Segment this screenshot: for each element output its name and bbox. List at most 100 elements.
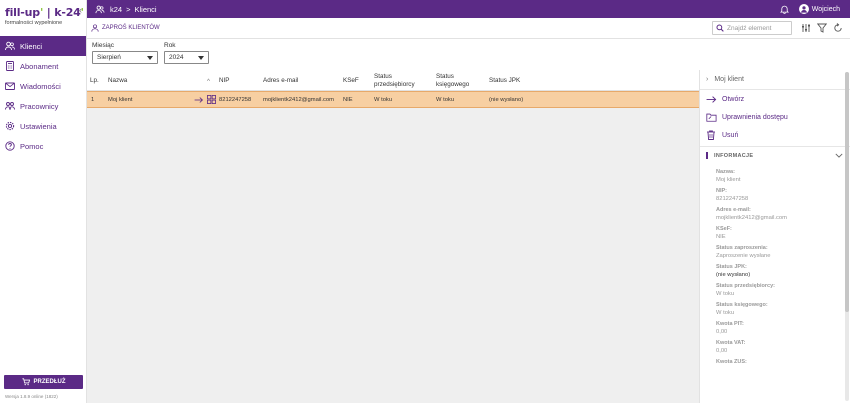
refresh-icon[interactable] bbox=[833, 23, 843, 33]
chevron-down-icon bbox=[835, 153, 843, 158]
info-item-jpk-status: Status JPK: (nie wysłano) bbox=[716, 264, 751, 278]
client-details-panel: › Moj klient Otwórz Uprawnienia dostępu … bbox=[699, 70, 850, 403]
search-icon bbox=[716, 24, 724, 32]
gear-icon bbox=[5, 121, 15, 131]
breadcrumb-separator: > bbox=[126, 4, 131, 14]
folder-icon bbox=[706, 113, 717, 122]
open-client-button[interactable]: Otwórz bbox=[700, 90, 850, 108]
chevron-down-icon bbox=[198, 55, 204, 60]
logo-text: fill-up' | k-24' bbox=[5, 6, 84, 19]
info-item-zus-amount: Kwota ZUS: bbox=[716, 359, 747, 365]
sidebar: fill-up' | k-24' formalności wypełnione … bbox=[0, 0, 87, 403]
period-filters: Miesiąc Sierpień Rok 2024 bbox=[92, 42, 215, 64]
year-value: 2024 bbox=[169, 54, 184, 61]
invite-clients-button[interactable]: ZAPROŚ KLIENTÓW bbox=[87, 24, 160, 32]
information-title: INFORMACJE bbox=[714, 152, 754, 159]
year-select[interactable]: 2024 bbox=[164, 51, 209, 64]
logo-tagline: formalności wypełnione bbox=[5, 20, 63, 26]
sidebar-item-wiadomosci[interactable]: Wiadomości bbox=[0, 76, 86, 96]
grid-icon[interactable] bbox=[207, 95, 216, 104]
sidebar-item-label: Abonament bbox=[20, 61, 59, 71]
sidebar-item-pracownicy[interactable]: Pracownicy bbox=[0, 96, 86, 116]
header-lp[interactable]: Lp. bbox=[90, 77, 99, 85]
cell-name: Moj klient bbox=[108, 97, 133, 103]
cell-status-jpk: (nie wysłano) bbox=[489, 97, 524, 103]
search-input[interactable] bbox=[727, 24, 787, 32]
collapse-sidebar-icon[interactable]: ‹ bbox=[79, 5, 82, 15]
help-icon bbox=[5, 141, 15, 151]
access-permissions-button[interactable]: Uprawnienia dostępu bbox=[700, 108, 850, 126]
extend-button-label: PRZEDŁUŻ bbox=[33, 379, 66, 385]
sidebar-item-label: Wiadomości bbox=[20, 81, 61, 91]
table-row[interactable]: 1 Moj klient 8212247258 mojklientk2412@g… bbox=[87, 91, 699, 108]
header-status-jpk[interactable]: Status JPK bbox=[489, 77, 520, 85]
month-filter: Miesiąc Sierpień bbox=[92, 42, 158, 64]
sidebar-item-label: Klienci bbox=[20, 41, 43, 51]
sort-asc-icon[interactable]: ^ bbox=[207, 78, 210, 86]
avatar[interactable] bbox=[798, 4, 809, 14]
panel-title: Moj klient bbox=[714, 76, 744, 83]
header-status-entrepreneur[interactable]: Status przedsiębiorcy bbox=[374, 73, 415, 88]
delete-client-label: Usuń bbox=[722, 131, 739, 139]
header-email[interactable]: Adres e-mail bbox=[263, 77, 298, 85]
users-icon bbox=[5, 41, 15, 51]
row-actions bbox=[194, 95, 219, 104]
info-item-email: Adres e-mail: mojklientk2412@gmail.com bbox=[716, 207, 787, 221]
info-item-entrepreneur-status: Status przedsiębiorcy: W toku bbox=[716, 283, 775, 297]
top-bar: k24 > Klienci Wojciech bbox=[87, 0, 850, 18]
sidebar-item-ustawienia[interactable]: Ustawienia bbox=[0, 116, 86, 136]
panel-scrollbar[interactable] bbox=[845, 72, 849, 401]
cell-status-entrepreneur: W toku bbox=[374, 97, 393, 103]
cell-email: mojklientk2412@gmail.com bbox=[263, 97, 334, 103]
bell-icon[interactable] bbox=[779, 4, 789, 14]
search-box[interactable] bbox=[712, 21, 792, 35]
sidebar-item-klienci[interactable]: Klienci bbox=[0, 36, 86, 56]
cart-icon bbox=[21, 378, 30, 386]
month-value: Sierpień bbox=[97, 54, 121, 61]
version-label: Wersja 1.8.9 online (1822) bbox=[5, 394, 58, 399]
header-name[interactable]: Nazwa bbox=[108, 77, 127, 85]
sidebar-item-label: Pracownicy bbox=[20, 101, 59, 111]
chevron-right-icon[interactable]: › bbox=[706, 76, 708, 83]
info-item-vat-amount: Kwota VAT: 0,00 bbox=[716, 340, 746, 354]
trash-icon bbox=[706, 130, 717, 140]
sidebar-item-pomoc[interactable]: Pomoc bbox=[0, 136, 86, 156]
sidebar-item-label: Ustawienia bbox=[20, 121, 57, 131]
header-nip[interactable]: NIP bbox=[219, 77, 230, 85]
people-icon bbox=[5, 101, 15, 111]
panel-header: › Moj klient bbox=[700, 70, 850, 90]
year-filter: Rok 2024 bbox=[164, 42, 209, 64]
logo-apostrophe: ' bbox=[39, 6, 44, 19]
scrollbar-thumb[interactable] bbox=[845, 72, 849, 312]
columns-settings-icon[interactable] bbox=[801, 23, 811, 33]
logo: fill-up' | k-24' formalności wypełnione … bbox=[0, 0, 86, 36]
info-item-invitation-status: Status zaproszenia: Zaproszenie wysłane bbox=[716, 245, 771, 259]
extend-subscription-button[interactable]: PRZEDŁUŻ bbox=[4, 375, 83, 389]
breadcrumb-root[interactable]: k24 bbox=[110, 5, 122, 14]
user-name[interactable]: Wojciech bbox=[812, 6, 840, 13]
info-item-pit-amount: Kwota PIT: 0,00 bbox=[716, 321, 744, 335]
breadcrumb-current: Klienci bbox=[134, 4, 157, 14]
cell-status-accountant: W toku bbox=[436, 97, 455, 103]
month-label: Miesiąc bbox=[92, 42, 115, 49]
user-add-icon bbox=[91, 24, 99, 32]
info-item-accountant-status: Status księgowego: W toku bbox=[716, 302, 768, 316]
users-icon bbox=[95, 5, 105, 14]
info-item-ksef: KSeF: NIE bbox=[716, 226, 732, 240]
invite-clients-label: ZAPROŚ KLIENTÓW bbox=[102, 25, 160, 31]
sidebar-item-abonament[interactable]: Abonament bbox=[0, 56, 86, 76]
filter-icon[interactable] bbox=[817, 23, 827, 33]
information-section-header[interactable]: INFORMACJE bbox=[700, 146, 850, 164]
open-client-label: Otwórz bbox=[722, 95, 745, 103]
header-ksef[interactable]: KSeF bbox=[343, 77, 359, 85]
delete-client-button[interactable]: Usuń bbox=[700, 126, 850, 144]
cell-lp: 1 bbox=[91, 97, 95, 103]
month-select[interactable]: Sierpień bbox=[92, 51, 158, 64]
arrow-right-icon[interactable] bbox=[194, 96, 204, 104]
clients-table: Lp. Nazwa ^ NIP Adres e-mail KSeF Status… bbox=[87, 70, 699, 403]
access-permissions-label: Uprawnienia dostępu bbox=[722, 113, 788, 121]
calculator-icon bbox=[5, 61, 15, 71]
cell-ksef: NIE bbox=[343, 97, 353, 103]
header-status-accountant[interactable]: Status księgowego bbox=[436, 73, 469, 88]
cell-nip: 8212247258 bbox=[219, 97, 252, 103]
